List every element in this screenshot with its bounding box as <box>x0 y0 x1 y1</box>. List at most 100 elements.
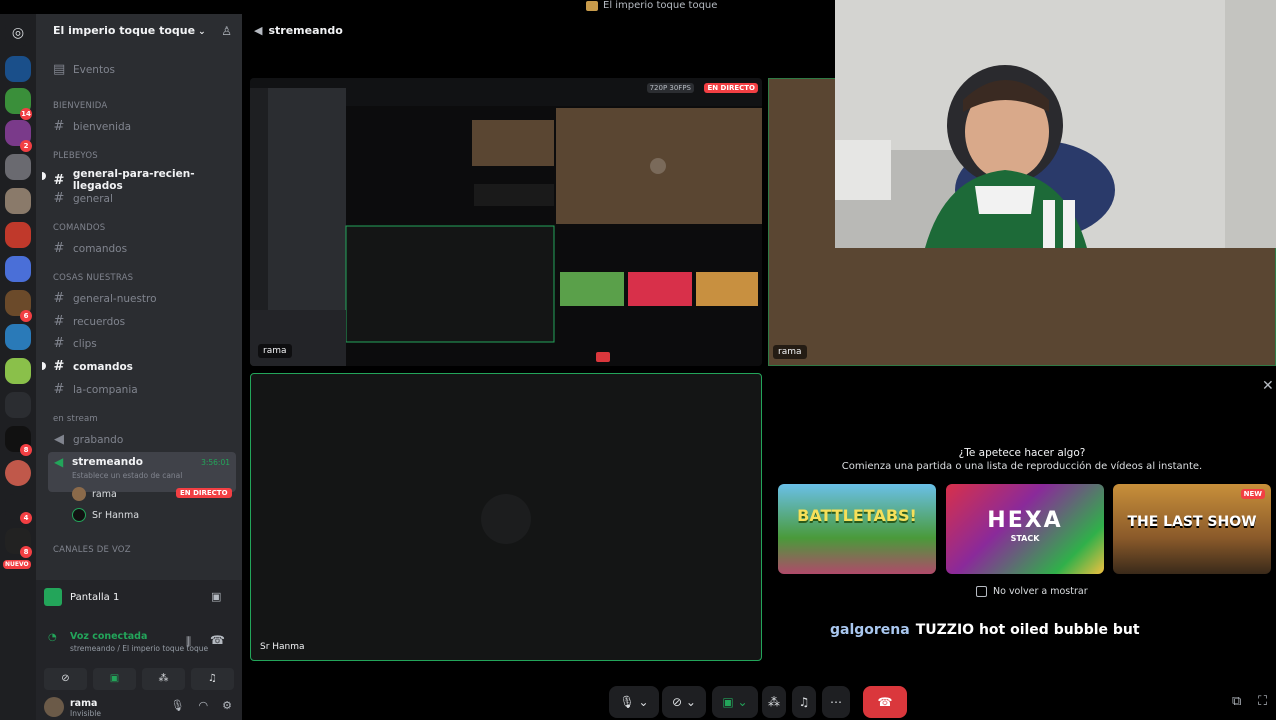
app-icon <box>586 0 598 11</box>
hanma-video-tile[interactable]: Sr Hanma <box>250 373 762 661</box>
live-badge: EN DIRECTO <box>176 488 232 498</box>
more-button[interactable]: ⋯ <box>822 686 850 718</box>
camera-off-icon[interactable]: ⊘ <box>44 668 87 690</box>
avatar[interactable] <box>44 697 64 717</box>
events-item[interactable]: ▤ Eventos <box>53 62 115 77</box>
server-icon-5[interactable] <box>5 188 31 214</box>
server-name[interactable]: El imperio toque toque ⌄ <box>53 24 206 37</box>
voice-actions: ⊘ ▣ ⁂ ♫ <box>44 668 234 690</box>
server-icon-6[interactable] <box>5 222 31 248</box>
avatar <box>72 508 86 522</box>
channel-header: ◀ stremeando <box>254 24 343 37</box>
hash-icon: # <box>53 119 65 134</box>
server-icon-10[interactable] <box>5 358 31 384</box>
category-canales-de-voz[interactable]: CANALES DE VOZ <box>53 545 131 555</box>
voice-user-sr-hanma[interactable]: Sr Hanma <box>72 508 139 522</box>
game-card-hexa-stack[interactable]: HEXA STACK <box>946 484 1104 574</box>
chat-overlay-message: galgorena TUZZIO hot oiled bubble but <box>830 622 1140 638</box>
mention-badge: 8 <box>20 546 32 558</box>
activity-question: ¿Te apetece hacer algo? <box>958 447 1086 459</box>
voice-timer: 3:56:01 <box>201 458 230 467</box>
tile-label: rama <box>258 344 292 358</box>
speaker-icon: ◀ <box>54 455 64 469</box>
fullscreen-icon[interactable]: ⛶ <box>1258 694 1267 709</box>
unread-indicator <box>42 362 46 370</box>
new-badge: NEW <box>1240 489 1265 499</box>
screen-share-button[interactable]: ▣ ⌄ <box>712 686 758 718</box>
hash-icon: # <box>53 382 65 397</box>
dont-show-checkbox[interactable]: No volver a mostrar <box>976 586 1088 597</box>
mention-badge: 6 <box>20 310 32 322</box>
soundboard-icon[interactable]: ♫ <box>191 668 234 690</box>
channel-la-compania[interactable]: # la-compania <box>53 382 138 397</box>
category-en-stream[interactable]: en stream <box>53 414 98 424</box>
server-icon-7[interactable] <box>5 256 31 282</box>
server-icon-1[interactable] <box>5 56 31 82</box>
hash-icon: # <box>53 314 65 329</box>
user-name[interactable]: rama <box>70 698 97 709</box>
mention-badge: 14 <box>20 108 32 120</box>
activity-subtitle: Comienza una partida o una lista de repr… <box>841 461 1203 472</box>
category-plebeyos[interactable]: PLEBEYOS <box>53 151 98 161</box>
add-user-icon[interactable]: ♙ <box>221 24 232 38</box>
screen-share-icon[interactable]: ▣ <box>93 668 136 690</box>
server-rail: ◎ 14 2 6 8 4 8 NUEVO <box>0 14 36 720</box>
channel-general-nuestro[interactable]: # general-nuestro <box>53 291 157 306</box>
chevron-down-icon: ⌄ <box>198 27 206 37</box>
screen-share-item[interactable]: Pantalla 1 <box>44 588 119 606</box>
hangup-button[interactable]: ☎ <box>863 686 907 718</box>
noise-icon[interactable]: ⫼ <box>186 635 191 649</box>
headphones-icon[interactable]: ◠ <box>199 699 209 712</box>
discord-icon[interactable]: ◎ <box>5 20 31 46</box>
mention-badge: 2 <box>20 140 32 152</box>
channel-general[interactable]: # general <box>53 191 113 206</box>
channel-recuerdos[interactable]: # recuerdos <box>53 314 126 329</box>
webcam-overlay <box>835 0 1276 248</box>
checkbox[interactable] <box>976 586 987 597</box>
quality-badge: 720P 30FPS <box>646 83 694 93</box>
settings-icon[interactable]: ⚙ <box>222 699 232 712</box>
stream-tile[interactable]: 720P 30FPS EN DIRECTO rama <box>250 78 762 366</box>
category-comandos[interactable]: COMANDOS <box>53 223 105 233</box>
mic-button[interactable]: 🎙︎ ⌄ <box>609 686 659 718</box>
server-icon-9[interactable] <box>5 324 31 350</box>
category-cosas-nuestras[interactable]: COSAS NUESTRAS <box>53 273 133 283</box>
mic-icon[interactable]: 🎙︎ <box>171 699 185 712</box>
voice-user-rama[interactable]: rama <box>72 487 117 501</box>
server-icon-4[interactable] <box>5 154 31 180</box>
channel-general-nuevos[interactable]: # general-para-recien-llegados <box>53 168 242 192</box>
calendar-icon: ▤ <box>53 62 66 77</box>
hash-icon: # <box>53 191 65 206</box>
game-card-the-last-show[interactable]: THE LAST SHOW NEW <box>1113 484 1271 574</box>
popout-icon[interactable]: ⧉ <box>1232 694 1241 709</box>
camera-button[interactable]: ⊘ ⌄ <box>662 686 706 718</box>
channel-status[interactable]: Establece un estado de canal <box>72 471 182 480</box>
avatar <box>72 487 86 501</box>
activity-button[interactable]: ⁂ <box>762 686 786 718</box>
channel-title: stremeando <box>268 24 343 37</box>
game-card-battletabs[interactable]: BATTLETABS! <box>778 484 936 574</box>
channel-grabando[interactable]: ◀ grabando <box>53 432 123 447</box>
category-bienvenida[interactable]: BIENVENIDA <box>53 101 107 111</box>
stop-share-icon[interactable]: ▣ <box>211 590 221 603</box>
channel-bienvenida[interactable]: # bienvenida <box>53 119 132 134</box>
mention-badge: 8 <box>20 444 32 456</box>
voice-channel-stremeando[interactable]: ◀ stremeando Establece un estado de cana… <box>48 452 236 492</box>
activity-icon[interactable]: ⁂ <box>142 668 185 690</box>
voice-status[interactable]: Voz conectada <box>70 631 147 642</box>
disconnect-icon[interactable]: ☎ <box>210 633 225 647</box>
avatar <box>481 494 531 544</box>
channel-comandos-2[interactable]: # comandos <box>53 359 133 374</box>
speaker-icon: ◀ <box>254 24 263 37</box>
signal-icon: ◔ <box>48 632 57 643</box>
channel-comandos[interactable]: # comandos <box>53 241 128 256</box>
user-bar: rama Invisible 🎙︎ ◠ ⚙ <box>36 694 242 720</box>
server-icon-13[interactable] <box>5 460 31 486</box>
close-icon[interactable]: ✕ <box>1262 378 1274 394</box>
soundboard-button[interactable]: ♫ <box>792 686 816 718</box>
user-status: Invisible <box>70 709 101 718</box>
hash-icon: # <box>53 172 65 188</box>
chat-user: galgorena <box>830 622 910 638</box>
channel-clips[interactable]: # clips <box>53 336 97 351</box>
server-icon-11[interactable] <box>5 392 31 418</box>
